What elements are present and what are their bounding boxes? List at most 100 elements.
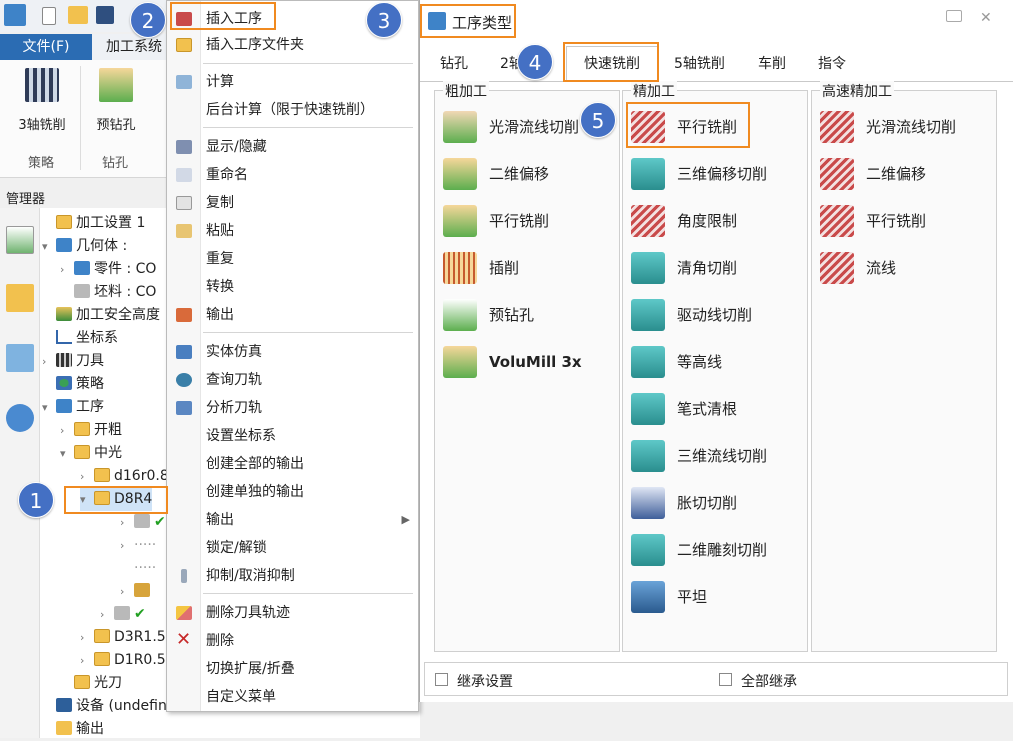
tree-item-tools[interactable]: › 刀具 [42,350,104,373]
tree-item-strategy[interactable]: 策略 [42,373,104,396]
file-tab[interactable]: 文件(F) [0,34,92,60]
inherit-settings-checkbox[interactable] [435,673,448,686]
hs-flow-icon [820,252,854,284]
new-file-icon[interactable] [42,7,56,25]
menu-analyze-toolpath[interactable]: 分析刀轨 [167,394,418,422]
menu-calculate[interactable]: 计算 [167,68,418,96]
predrill-button[interactable]: 预钻孔 [88,68,144,133]
menu-repeat[interactable]: 重复 [167,245,418,273]
menu-output-sub[interactable]: 输出 ▶ [167,506,418,534]
tree-item-finish[interactable]: 光刀 [60,672,122,695]
menu-label: 创建全部的输出 [206,456,304,472]
tree-item-op1-child3[interactable]: › [120,580,154,603]
toolpath-manager-icon[interactable] [6,226,34,254]
menu-set-csys[interactable]: 设置坐标系 [167,422,418,450]
tree-label: 工序 [76,399,104,415]
menu-label: 转换 [206,279,234,295]
menu-suppress[interactable]: 抑制/取消抑制 [167,562,418,590]
menu-toggle-expand[interactable]: 切换扩展/折叠 [167,655,418,683]
model-manager-icon[interactable] [6,284,34,312]
menu-label: 删除刀具轨迹 [206,605,290,621]
menu-label: 重命名 [206,167,248,183]
menu-label: 输出 [206,512,234,528]
tree-item-d16[interactable]: › d16r0.8 [80,465,169,488]
tree-item-semi-finish[interactable]: ▾ 中光 [60,442,122,465]
menu-convert[interactable]: 转换 [167,273,418,301]
tree-item-op2[interactable]: › ✔ [100,603,146,626]
op-label: 插削 [489,259,520,277]
calculator-icon [176,75,192,89]
menu-custom[interactable]: 自定义菜单 [167,683,418,711]
tab-command[interactable]: 指令 [818,52,846,76]
operation-type-dialog: 工序类型 ✕ 钻孔 2轴 快速铣削 5轴铣削 车削 指令 粗加工 光滑流线切削 … [419,0,1013,702]
save-icon[interactable] [96,6,114,24]
analyze-icon [176,401,192,415]
tab-fast-milling[interactable]: 快速铣削 [566,46,658,82]
menu-label: 后台计算（限于快速铣削） [206,102,374,118]
tree-item-stock[interactable]: 坯料 : CO [60,281,156,304]
stock-model-icon [134,583,150,597]
tree-item-op1[interactable]: › ✔ [120,511,166,534]
op-label: 二维偏移 [866,165,927,183]
tree-item-op1-child1[interactable]: › ····· [120,534,156,557]
menu-delete-toolpath[interactable]: 删除刀具轨迹 [167,599,418,627]
tree-item-geometry[interactable]: ▾ 几何体 : [42,235,127,258]
menu-delete[interactable]: ✕ 删除 [167,627,418,655]
menu-query-toolpath[interactable]: 查询刀轨 [167,366,418,394]
help-bubble-icon[interactable] [946,10,962,22]
tool-icon [56,353,72,367]
corner-clean-icon [631,252,665,284]
tree-item-d8r4[interactable]: ▾ D8R4 [80,488,153,511]
part-icon [74,261,90,275]
ribbon-divider [80,66,81,170]
tree-item-d1[interactable]: › D1R0.5 [80,649,166,672]
op-label: 平行铣削 [489,212,550,230]
tree-item-safe-height[interactable]: 加工安全高度 [42,304,160,327]
close-icon[interactable]: ✕ [980,10,992,26]
menu-output[interactable]: 输出 [167,301,418,329]
op-label: 光滑流线切削 [489,118,580,136]
menu-copy[interactable]: 复制 [167,189,418,217]
group-drill-label: 钻孔 [102,156,129,171]
tree-item-d3[interactable]: › D3R1.5 [80,626,166,649]
finish-title: 精加工 [631,81,677,101]
submenu-arrow-icon: ▶ [401,513,410,526]
tab-drill[interactable]: 钻孔 [440,52,468,76]
menu-label: 自定义菜单 [206,689,276,705]
app-logo-icon [4,4,26,26]
folder-icon [94,652,110,666]
tree-item-csys[interactable]: 坐标系 [42,327,118,350]
hs-finish-title: 高速精加工 [820,81,894,101]
tree-label: 中光 [94,445,122,461]
menu-separator [203,127,413,128]
folder-icon [56,215,72,229]
check-icon: ✔ [154,514,166,530]
3axis-milling-label: 3轴铣削 [18,118,66,133]
tree-item-setup[interactable]: 加工设置 1 [42,212,145,235]
tree-label: 加工设置 1 [76,215,146,231]
3axis-milling-button[interactable]: 3轴铣削 [10,68,74,133]
menu-label: 计算 [206,74,234,90]
menu-background-calc[interactable]: 后台计算（限于快速铣削） [167,96,418,124]
folder-icon [94,491,110,505]
tab-turning[interactable]: 车削 [758,52,786,76]
picture-manager-icon[interactable] [6,344,34,372]
open-folder-icon[interactable] [68,6,88,24]
tree-item-operations[interactable]: ▾ 工序 [42,396,104,419]
menu-create-all-output[interactable]: 创建全部的输出 [167,450,418,478]
menu-show-hide[interactable]: 显示/隐藏 [167,133,418,161]
tree-item-part[interactable]: › 零件 : CO [60,258,156,281]
tab-machining-system[interactable]: 加工系统 [96,34,172,60]
menu-paste[interactable]: 粘贴 [167,217,418,245]
tree-item-rough[interactable]: › 开粗 [60,419,122,442]
rough-column: 粗加工 光滑流线切削 二维偏移 平行铣削 插削 预钻孔 VoluMill 3x [434,81,620,652]
menu-lock-unlock[interactable]: 锁定/解锁 [167,534,418,562]
menu-rename[interactable]: 重命名 [167,161,418,189]
menu-create-single-output[interactable]: 创建单独的输出 [167,478,418,506]
menu-solid-sim[interactable]: 实体仿真 [167,338,418,366]
tab-5axis[interactable]: 5轴铣削 [674,52,725,76]
user-manager-icon[interactable] [6,404,34,432]
inherit-all-label: 全部继承 [741,674,797,690]
inherit-all-checkbox[interactable] [719,673,732,686]
hs-2d-offset-icon [820,158,854,190]
